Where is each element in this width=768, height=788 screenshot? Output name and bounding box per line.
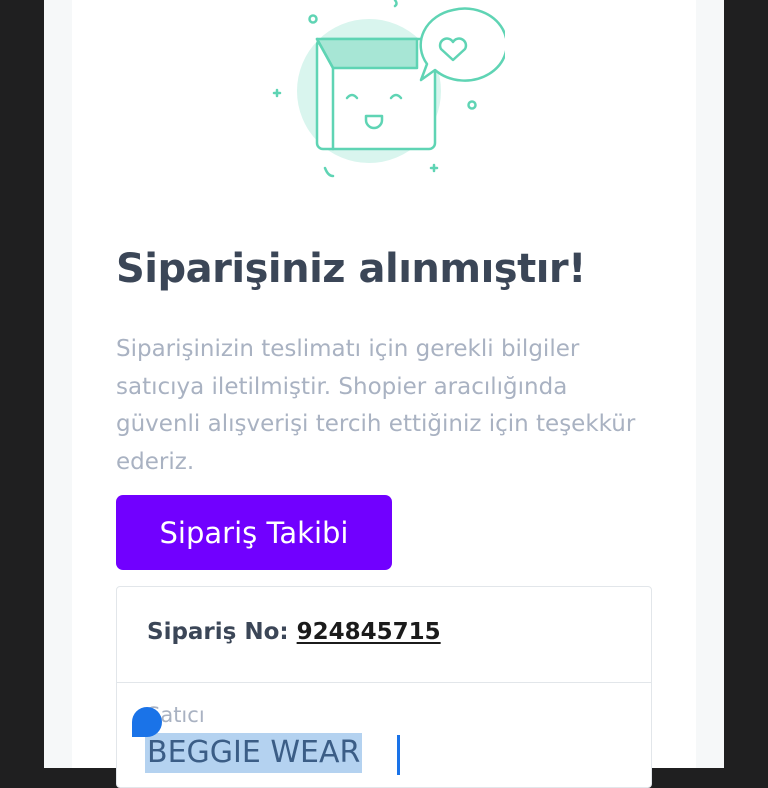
selection-start-handle[interactable]	[132, 707, 162, 737]
order-number-row: Sipariş No: 924845715	[117, 587, 651, 683]
seller-name[interactable]: BEGGIE WEAR	[145, 733, 363, 773]
happy-shopping-bag-icon	[272, 0, 505, 178]
confirmation-description: Siparişinizin teslimatı için gerekli bil…	[116, 336, 636, 475]
order-number-link[interactable]: 924845715	[297, 619, 441, 645]
order-number: Sipariş No: 924845715	[147, 619, 441, 645]
page-title: Siparişiniz alınmıştır!	[116, 246, 586, 292]
order-number-label: Sipariş No:	[147, 619, 289, 645]
selection-end-caret[interactable]	[397, 735, 400, 775]
order-tracking-button[interactable]: Sipariş Takibi	[116, 495, 392, 570]
order-info-box: Sipariş No: 924845715 Satıcı BEGGIE WEAR	[116, 586, 652, 788]
